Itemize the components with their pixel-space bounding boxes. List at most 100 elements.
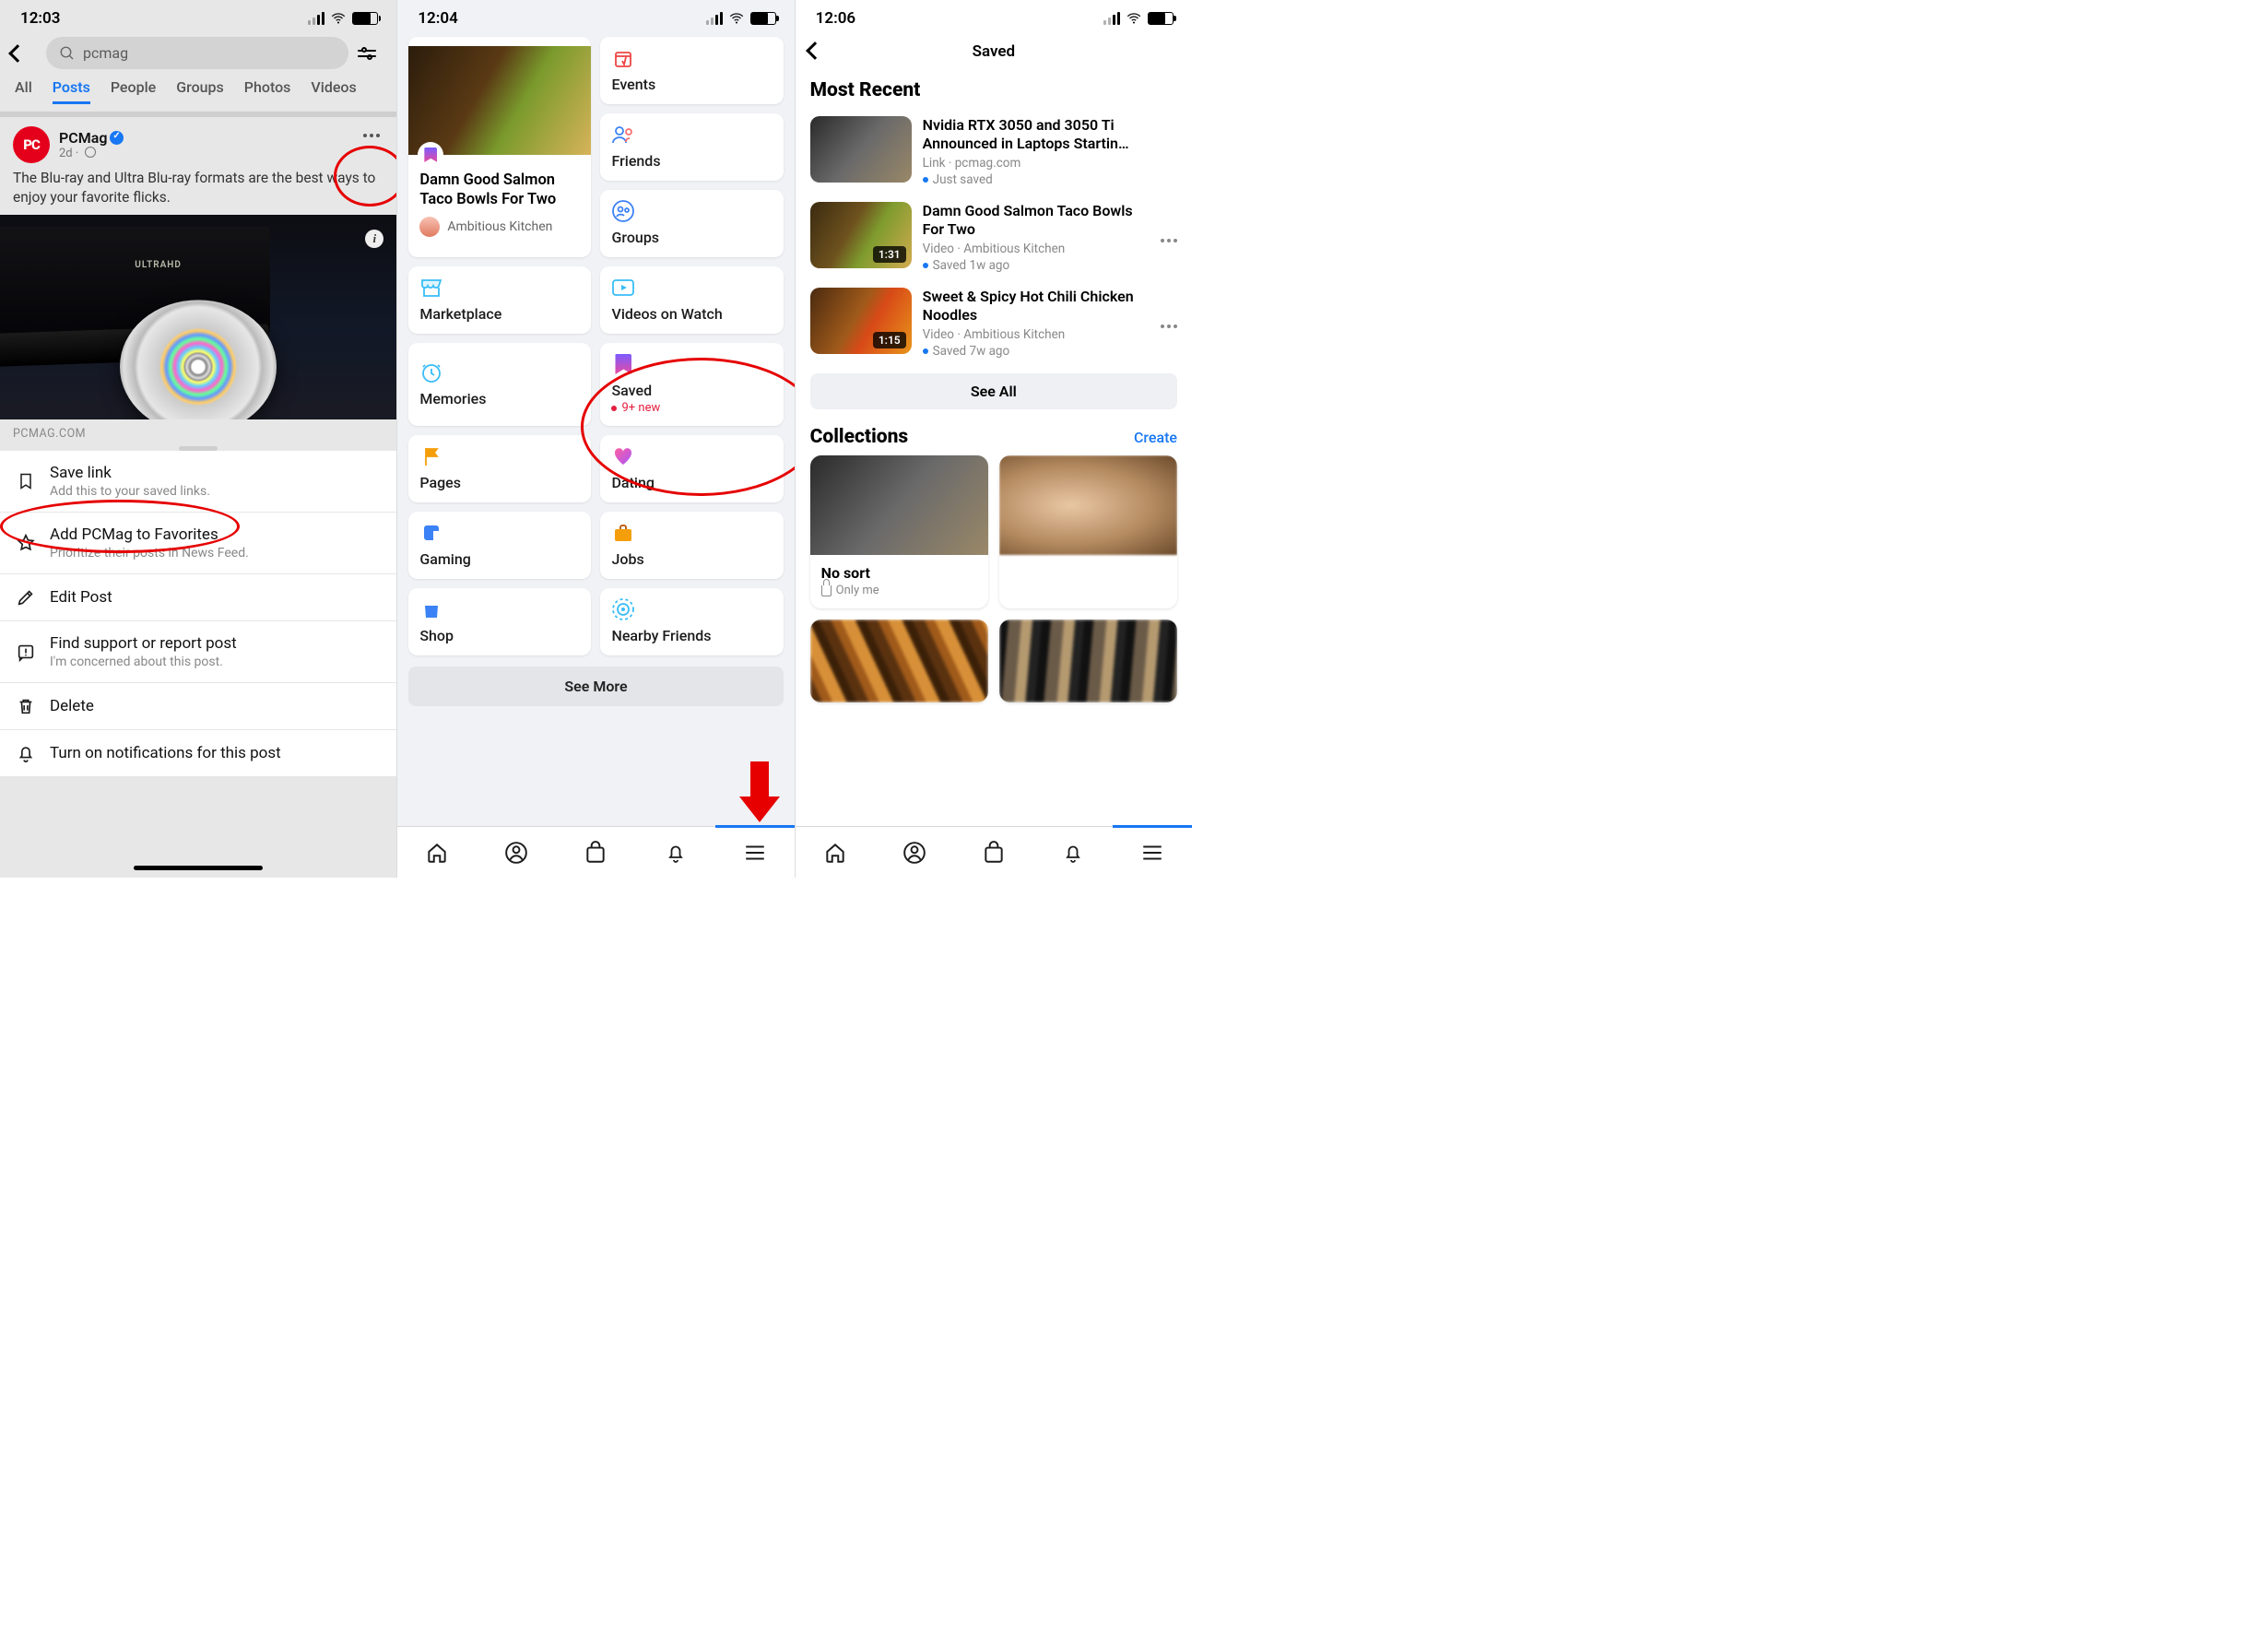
create-collection-button[interactable]: Create xyxy=(1134,429,1177,446)
saved-item[interactable]: Nvidia RTX 3050 and 3050 Ti Announced in… xyxy=(796,111,1192,196)
section-collections: Collections xyxy=(810,426,909,448)
saved-item[interactable]: 1:15 Sweet & Spicy Hot Chili Chicken Noo… xyxy=(796,282,1192,368)
groups-icon xyxy=(611,199,635,223)
tab-profile[interactable] xyxy=(504,841,528,865)
search-icon xyxy=(59,45,76,62)
menu-shop[interactable]: Shop xyxy=(408,588,591,655)
battery-icon xyxy=(352,12,378,25)
flag-icon xyxy=(419,444,443,468)
item-more-button[interactable] xyxy=(1161,233,1177,242)
collection-card[interactable]: No sort Only me xyxy=(810,455,988,608)
menu-saved[interactable]: Saved 9+ new xyxy=(600,343,783,426)
tab-home[interactable] xyxy=(425,841,449,865)
menu-friends[interactable]: Friends xyxy=(600,113,783,181)
clock-icon xyxy=(419,360,443,384)
collection-card[interactable] xyxy=(810,620,988,702)
phone-menu: 12:04 Damn Good Salmon Taco Bowls For Tw… xyxy=(397,0,795,878)
filter-button[interactable] xyxy=(358,48,382,59)
back-button[interactable] xyxy=(11,47,37,60)
battery-icon xyxy=(750,12,776,25)
action-report-post[interactable]: Find support or report postI'm concerned… xyxy=(0,621,396,683)
action-edit-post[interactable]: Edit Post xyxy=(0,574,396,621)
tab-profile[interactable] xyxy=(902,841,926,865)
search-input[interactable]: pcmag xyxy=(46,37,348,69)
collection-card[interactable] xyxy=(999,620,1177,702)
author-name[interactable]: PCMag xyxy=(59,129,107,147)
chevron-left-icon xyxy=(806,41,824,60)
tab-menu[interactable] xyxy=(743,841,767,865)
featured-saved-card[interactable]: Damn Good Salmon Taco Bowls For Two Ambi… xyxy=(408,37,591,257)
back-button[interactable] xyxy=(808,44,821,57)
menu-videos-on-watch[interactable]: Videos on Watch xyxy=(600,266,783,334)
battery-icon xyxy=(1148,12,1174,25)
action-save-link[interactable]: Save linkAdd this to your saved links. xyxy=(0,451,396,513)
action-delete[interactable]: Delete xyxy=(0,683,396,730)
annotation-arrow xyxy=(739,761,780,826)
tab-groups[interactable]: Groups xyxy=(176,78,224,104)
verified-badge-icon xyxy=(110,131,124,145)
tab-notifications[interactable] xyxy=(664,841,688,865)
bell-icon xyxy=(15,743,37,763)
tab-photos[interactable]: Photos xyxy=(244,78,291,104)
link-source: PCMAG.COM xyxy=(0,419,396,441)
menu-jobs[interactable]: Jobs xyxy=(600,512,783,579)
action-add-favorites[interactable]: Add PCMag to FavoritesPrioritize their p… xyxy=(0,513,396,574)
shop-icon xyxy=(419,276,443,300)
tab-menu[interactable] xyxy=(1140,841,1164,865)
status-bar: 12:06 xyxy=(796,0,1192,33)
home-indicator[interactable] xyxy=(134,866,263,870)
tab-people[interactable]: People xyxy=(111,78,156,104)
filter-tabs: All Posts People Groups Photos Videos xyxy=(0,78,396,112)
report-icon xyxy=(15,642,37,662)
menu-events[interactable]: Events xyxy=(600,37,783,104)
post-text: The Blu-ray and Ultra Blu-ray formats ar… xyxy=(0,167,396,215)
calendar-icon xyxy=(611,46,635,70)
author-avatar[interactable]: PC xyxy=(13,126,50,163)
radar-icon xyxy=(611,597,635,621)
bookmark-icon xyxy=(15,470,37,492)
see-all-button[interactable]: See All xyxy=(810,373,1177,409)
tab-marketplace[interactable] xyxy=(982,841,1006,865)
tab-posts[interactable]: Posts xyxy=(53,78,90,104)
tab-notifications[interactable] xyxy=(1061,841,1085,865)
see-more-button[interactable]: See More xyxy=(408,667,783,706)
pencil-icon xyxy=(15,587,37,608)
saved-item[interactable]: 1:31 Damn Good Salmon Taco Bowls For Two… xyxy=(796,196,1192,282)
tab-home[interactable] xyxy=(823,841,847,865)
globe-icon xyxy=(85,147,96,158)
clock: 12:04 xyxy=(418,9,457,28)
heart-icon xyxy=(611,444,635,468)
post-header: PC PCMag 2d · xyxy=(0,117,396,167)
bookmark-icon xyxy=(611,352,635,376)
menu-dating[interactable]: Dating xyxy=(600,435,783,502)
action-sheet: Save linkAdd this to your saved links. A… xyxy=(0,451,396,776)
status-bar: 12:04 xyxy=(397,0,794,33)
search-query: pcmag xyxy=(83,44,128,62)
bag-icon xyxy=(419,597,443,621)
wifi-icon xyxy=(1126,10,1142,27)
wifi-icon xyxy=(728,10,745,27)
post-image[interactable]: ULTRAHD xyxy=(0,215,396,419)
item-more-button[interactable] xyxy=(1161,319,1177,328)
chevron-left-icon xyxy=(8,44,27,63)
filter-icon xyxy=(358,48,376,59)
status-bar: 12:03 xyxy=(0,0,396,33)
menu-pages[interactable]: Pages xyxy=(408,435,591,502)
post-more-button[interactable] xyxy=(363,134,380,137)
lock-icon xyxy=(821,585,832,596)
menu-nearby-friends[interactable]: Nearby Friends xyxy=(600,588,783,655)
tab-marketplace[interactable] xyxy=(584,841,607,865)
thumbnail xyxy=(810,116,912,183)
menu-memories[interactable]: Memories xyxy=(408,343,591,426)
tab-videos[interactable]: Videos xyxy=(311,78,356,104)
menu-marketplace[interactable]: Marketplace xyxy=(408,266,591,334)
menu-groups[interactable]: Groups xyxy=(600,190,783,257)
trash-icon xyxy=(15,696,37,716)
menu-gaming[interactable]: Gaming xyxy=(408,512,591,579)
tab-all[interactable]: All xyxy=(15,78,32,104)
bottom-tab-bar xyxy=(796,826,1192,878)
clock: 12:06 xyxy=(816,9,855,28)
collection-card[interactable] xyxy=(999,455,1177,608)
thumbnail: 1:15 xyxy=(810,288,912,354)
action-notifications[interactable]: Turn on notifications for this post xyxy=(0,730,396,776)
